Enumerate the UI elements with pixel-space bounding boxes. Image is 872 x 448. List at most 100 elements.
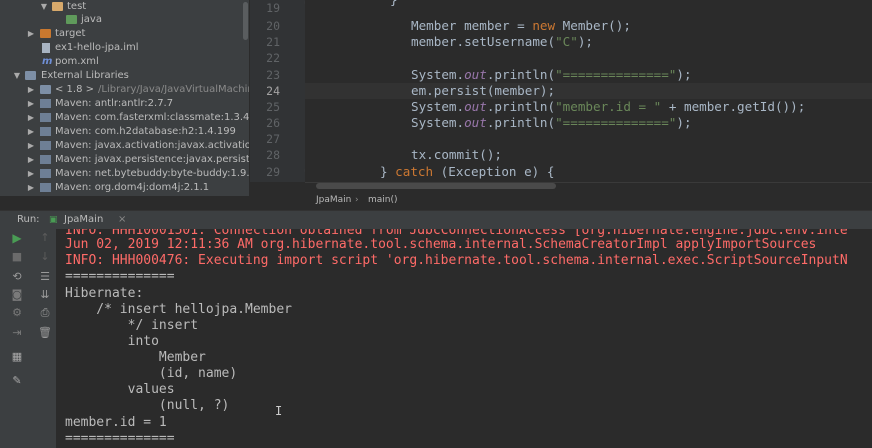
run-config-icon: ▣ xyxy=(49,215,58,225)
maven-library-icon xyxy=(40,113,51,122)
console-line: /* insert hellojpa.Member xyxy=(65,302,292,317)
collapsed-arrow-icon[interactable]: ▶ xyxy=(27,167,35,181)
console-line: INFO: HHH000476: Executing import script… xyxy=(65,253,848,268)
expanded-arrow-icon[interactable]: ▼ xyxy=(40,0,48,14)
tree-item-maven-lib[interactable]: ▶ Maven: net.bytebuddy:byte-buddy:1.9.5 xyxy=(0,167,249,181)
tree-item-target[interactable]: ▶ target xyxy=(0,27,249,41)
console-line: member.id = 1 xyxy=(65,415,167,430)
code-lines[interactable]: } Member member = new Member(); member.s… xyxy=(305,0,872,182)
breadcrumb-class[interactable]: JpaMain xyxy=(316,195,351,205)
code-line-28: tx.commit(); xyxy=(411,147,502,162)
rerun-icon[interactable]: ▶ xyxy=(0,230,34,246)
maven-library-icon xyxy=(40,155,51,164)
expanded-arrow-icon[interactable]: ▼ xyxy=(13,69,21,83)
tree-item-label: < 1.8 > xyxy=(55,84,95,95)
run-toolbar-left: ▶ ■ ⟲ ◙ ⚙ ⇥ ▦ ✎ xyxy=(0,229,34,448)
line-number: 19 xyxy=(266,1,280,15)
maven-library-icon xyxy=(40,169,51,178)
tree-item-label: Maven: javax.activation:javax.activation… xyxy=(55,140,249,151)
line-number: 20 xyxy=(266,19,280,33)
tree-item-path: /Library/Java/JavaVirtualMachines/j xyxy=(98,84,249,95)
tree-item-external-libraries[interactable]: ▼ External Libraries xyxy=(0,69,249,83)
collapsed-arrow-icon[interactable]: ▶ xyxy=(27,125,35,139)
tree-item-iml[interactable]: ex1-hello-jpa.iml xyxy=(0,41,249,55)
tree-item-label: java xyxy=(81,14,102,25)
tree-item-maven-lib[interactable]: ▶ Maven: antlr:antlr:2.7.7 xyxy=(0,97,249,111)
tree-item-label: Maven: com.h2database:h2:1.4.199 xyxy=(55,126,236,137)
close-tab-icon[interactable]: × xyxy=(118,211,126,229)
tree-item-label: ex1-hello-jpa.iml xyxy=(55,42,139,53)
editor-gutter: 19 20 21 22 23 24 25 26 27 28 29 ⌐ ⌐ xyxy=(249,0,312,182)
line-number: 22 xyxy=(266,51,280,65)
breadcrumb-separator-icon: › xyxy=(355,195,359,205)
restore-layout-icon[interactable]: ⟲ xyxy=(0,269,34,285)
maven-library-icon xyxy=(40,141,51,150)
layout-icon[interactable]: ▦ xyxy=(0,349,34,365)
tree-item-maven-lib[interactable]: ▶ Maven: com.h2database:h2:1.4.199 xyxy=(0,125,249,139)
collapsed-arrow-icon[interactable]: ▶ xyxy=(27,97,35,111)
console-line: Member xyxy=(65,350,206,365)
tree-item-maven-lib[interactable]: ▶ Maven: org.dom4j:dom4j:2.1.1 xyxy=(0,181,249,195)
collapsed-arrow-icon[interactable]: ▶ xyxy=(27,27,35,41)
module-file-icon xyxy=(42,43,50,53)
print-icon[interactable]: ⎙ xyxy=(34,305,56,321)
tree-item-label: pom.xml xyxy=(55,56,99,67)
project-tree: ▼ test java ▶ target ex1-hello-jpa.iml m… xyxy=(0,0,249,196)
collapsed-arrow-icon[interactable]: ▶ xyxy=(27,153,35,167)
tree-item-java[interactable]: java xyxy=(0,13,249,27)
collapsed-arrow-icon[interactable]: ▶ xyxy=(27,181,35,195)
scroll-down-icon[interactable]: ↓ xyxy=(34,249,56,265)
tree-item-label: Maven: antlr:antlr:2.7.7 xyxy=(55,98,174,109)
clear-all-icon[interactable]: 🗑 xyxy=(34,325,56,341)
stop-icon[interactable]: ■ xyxy=(0,249,34,265)
console-line: values xyxy=(65,382,175,397)
code-line-23: System.out.println("=============="); xyxy=(411,67,692,82)
code-line-29: } catch (Exception e) { xyxy=(380,164,555,179)
folder-icon xyxy=(40,29,51,38)
jdk-icon xyxy=(40,85,51,94)
collapsed-arrow-icon[interactable]: ▶ xyxy=(27,111,35,125)
console-line: */ insert xyxy=(65,318,199,333)
code-line-24: em.persist(member); xyxy=(411,83,556,98)
screenshot-icon[interactable]: ◙ xyxy=(0,287,34,303)
folder-icon xyxy=(66,15,77,24)
maven-file-icon: m xyxy=(42,56,53,67)
line-number: 26 xyxy=(266,116,280,130)
code-line-26: System.out.println("=============="); xyxy=(411,115,692,130)
console-output[interactable]: INFO: HHH10001501: Connection obtained f… xyxy=(56,229,872,448)
console-line: Jun 02, 2019 12:11:36 AM org.hibernate.t… xyxy=(65,237,817,252)
settings-icon[interactable]: ⚙ xyxy=(0,305,34,321)
pin-icon[interactable]: ✎ xyxy=(0,373,34,389)
soft-wrap-icon[interactable]: ☰ xyxy=(34,269,56,285)
code-line-21: member.setUsername("C"); xyxy=(411,34,593,49)
scroll-to-end-icon[interactable]: ⇊ xyxy=(34,287,56,303)
console-toolbar: ↑ ↓ ☰ ⇊ ⎙ 🗑 xyxy=(34,229,57,448)
tree-item-test[interactable]: ▼ test xyxy=(0,0,249,14)
run-tab-jpamain[interactable]: JpaMain xyxy=(64,211,103,229)
console-line: ============== xyxy=(65,431,175,446)
collapsed-arrow-icon[interactable]: ▶ xyxy=(27,83,35,97)
code-line-fragment: } xyxy=(390,0,398,8)
collapsed-arrow-icon[interactable]: ▶ xyxy=(27,139,35,153)
maven-library-icon xyxy=(40,127,51,136)
line-number: 21 xyxy=(266,35,280,49)
code-line-25: System.out.println("member.id = " + memb… xyxy=(411,99,806,114)
tree-item-maven-lib[interactable]: ▶ Maven: javax.persistence:javax.persist… xyxy=(0,153,249,167)
tree-item-jdk[interactable]: ▶ < 1.8 >/Library/Java/JavaVirtualMachin… xyxy=(0,83,249,97)
console-line: (null, ?) xyxy=(65,398,230,413)
tree-item-maven-lib[interactable]: ▶ Maven: com.fasterxml:classmate:1.3.4 xyxy=(0,111,249,125)
scroll-up-icon[interactable]: ↑ xyxy=(34,230,56,246)
run-toolwindow-header: Run: ▣ JpaMain × xyxy=(0,210,872,230)
breadcrumb-method[interactable]: main() xyxy=(368,195,398,205)
tree-scrollbar[interactable] xyxy=(243,2,248,40)
code-line-20: Member member = new Member(); xyxy=(411,18,631,33)
maven-library-icon xyxy=(40,183,51,192)
horizontal-scrollbar[interactable] xyxy=(316,183,556,189)
tree-item-label: Maven: com.fasterxml:classmate:1.3.4 xyxy=(55,112,249,123)
maven-library-icon xyxy=(40,99,51,108)
tree-item-pom[interactable]: m pom.xml xyxy=(0,55,249,69)
tree-item-maven-lib[interactable]: ▶ Maven: javax.activation:javax.activati… xyxy=(0,139,249,153)
exit-icon[interactable]: ⇥ xyxy=(0,325,34,341)
library-icon xyxy=(25,71,36,80)
tree-item-label: External Libraries xyxy=(41,70,129,81)
